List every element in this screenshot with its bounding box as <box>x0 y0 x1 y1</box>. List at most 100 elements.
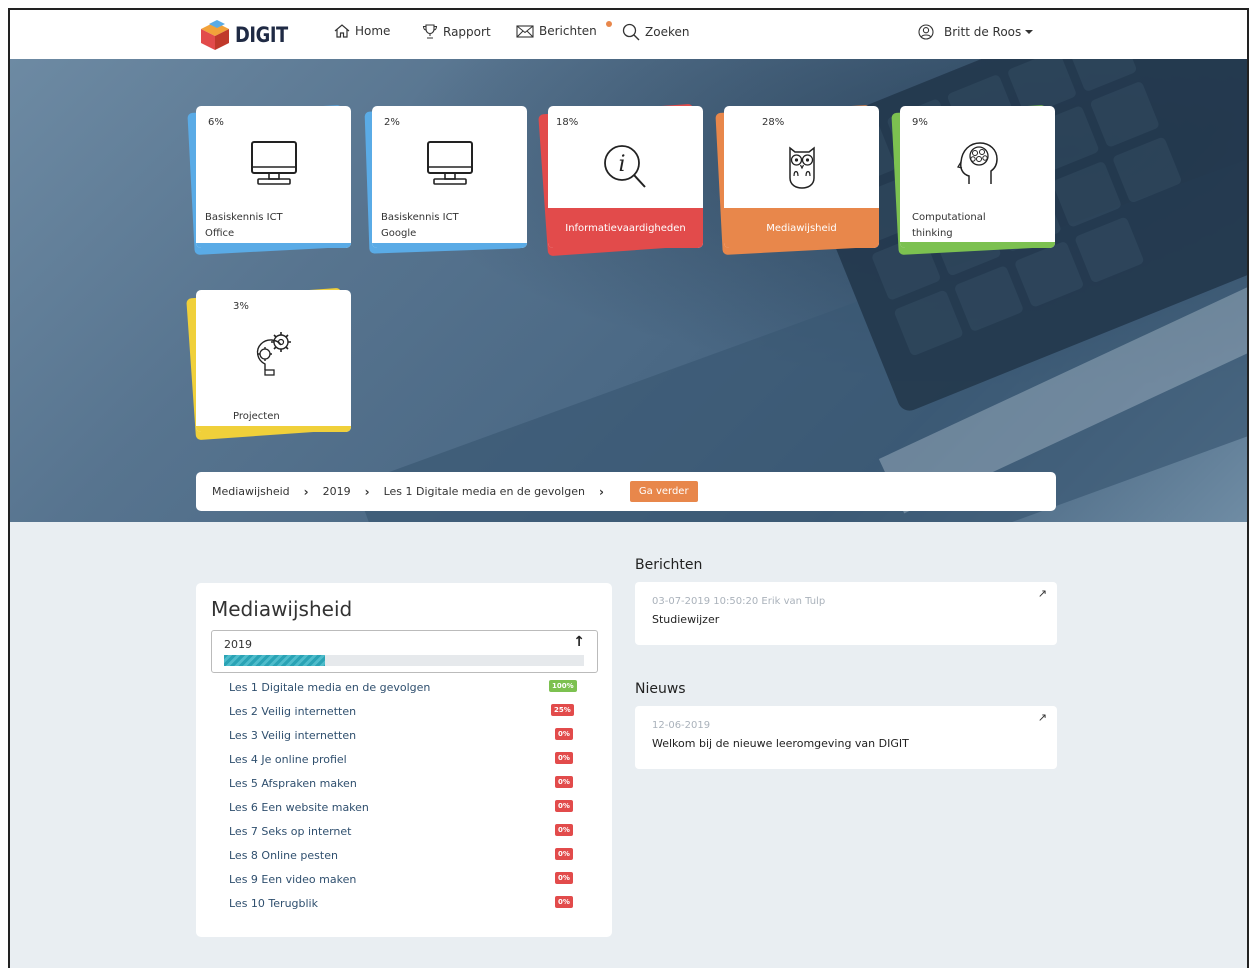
news-heading: Nieuws <box>635 681 686 697</box>
trophy-icon <box>422 24 438 39</box>
card-percentage: 3% <box>233 301 249 312</box>
message-title: Studiewijzer <box>652 613 720 626</box>
nav-search-label: Zoeken <box>645 25 690 39</box>
lesson-title: Les 6 Een website maken <box>229 801 369 814</box>
lesson-item[interactable]: Les 3 Veilig internetten 0% <box>229 727 589 751</box>
module-card-mediawijsheid[interactable]: 28% Mediawijsheid <box>715 105 879 255</box>
continue-button[interactable]: Ga verder <box>629 481 698 502</box>
lesson-title: Les 1 Digitale media en de gevolgen <box>229 681 431 694</box>
card-percentage: 2% <box>384 117 400 128</box>
card-percentage: 6% <box>208 117 224 128</box>
nav-home[interactable]: Home <box>334 24 390 38</box>
message-card[interactable]: 03-07-2019 10:50:20 Erik van Tulp Studie… <box>635 582 1057 645</box>
breadcrumb-item-lesson[interactable]: Les 1 Digitale media en de gevolgen <box>384 485 585 498</box>
lesson-item[interactable]: Les 4 Je online profiel 0% <box>229 751 589 775</box>
lesson-progress-badge: 0% <box>555 824 573 836</box>
user-avatar-icon <box>918 24 934 40</box>
lesson-progress-badge: 0% <box>555 872 573 884</box>
nav-report[interactable]: Rapport <box>422 24 491 39</box>
lesson-item[interactable]: Les 9 Een video maken 0% <box>229 871 589 895</box>
card-progress-band <box>372 243 527 248</box>
lesson-title: Les 5 Afspraken maken <box>229 777 357 790</box>
card-label: Basiskennis ICT Google <box>381 212 459 239</box>
app-frame: DIGIT Home Rapport Berichten Zoeken Brit… <box>8 8 1249 968</box>
lesson-title: Les 10 Terugblik <box>229 897 318 910</box>
svg-text:i: i <box>618 152 625 177</box>
lesson-item[interactable]: Les 7 Seks op internet 0% <box>229 823 589 847</box>
news-card[interactable]: 12-06-2019 Welkom bij de nieuwe leeromge… <box>635 706 1057 769</box>
arrow-up-icon[interactable]: ↑ <box>573 634 585 650</box>
info-search-icon: i <box>603 145 646 188</box>
nav-search[interactable]: Zoeken <box>622 23 689 41</box>
lesson-title: Les 3 Veilig internetten <box>229 729 357 742</box>
year-accordion[interactable]: 2019 ↑ <box>211 630 598 673</box>
unread-indicator <box>606 21 612 27</box>
lesson-progress-badge: 0% <box>555 752 573 764</box>
lesson-title: Les 9 Een video maken <box>229 873 357 886</box>
lesson-progress-badge: 0% <box>555 728 573 740</box>
card-label: Projecten <box>233 411 280 422</box>
panel-title: Mediawijsheid <box>211 597 353 621</box>
card-label: Mediawijsheid <box>766 222 837 234</box>
lesson-item[interactable]: Les 2 Veilig internetten 25% <box>229 703 589 727</box>
module-panel: Mediawijsheid 2019 ↑ Les 1 Digitale medi… <box>196 583 612 937</box>
nav-home-label: Home <box>355 24 391 38</box>
gear-bulb-icon <box>256 332 291 376</box>
nav-messages-label: Berichten <box>539 24 597 38</box>
lesson-title: Les 8 Online pesten <box>229 849 338 862</box>
lesson-progress-badge: 25% <box>551 704 574 716</box>
chevron-down-icon <box>1025 30 1034 34</box>
module-card-google[interactable]: 2% Basiskennis ICT Google <box>364 106 527 254</box>
lesson-title: Les 4 Je online profiel <box>229 753 347 766</box>
module-card-computational-thinking[interactable]: 9% Computational thinking <box>891 105 1055 255</box>
news-title: Welkom bij de nieuwe leeromgeving van DI… <box>652 737 909 750</box>
lesson-list: Les 1 Digitale media en de gevolgen 100% L… <box>229 679 589 919</box>
nav-messages[interactable]: Berichten <box>516 24 597 38</box>
year-label: 2019 <box>224 638 252 651</box>
brain-icon <box>956 142 998 184</box>
news-date: 12-06-2019 <box>652 720 711 731</box>
card-progress-band <box>900 242 1055 248</box>
top-nav: DIGIT Home Rapport Berichten Zoeken Brit… <box>10 10 1247 59</box>
lesson-progress-badge: 100% <box>549 680 577 692</box>
card-label: Computational thinking <box>912 212 986 239</box>
message-meta: 03-07-2019 10:50:20 Erik van Tulp <box>652 596 826 607</box>
digit-cube-logo-icon <box>201 20 229 50</box>
lesson-item[interactable]: Les 8 Online pesten 0% <box>229 847 589 871</box>
chevron-right-icon: › <box>598 484 604 499</box>
user-menu[interactable]: Britt de Roos <box>918 24 1034 40</box>
chevron-right-icon: › <box>303 484 309 499</box>
lesson-title: Les 7 Seks op internet <box>229 825 352 838</box>
open-external-icon[interactable]: ↗ <box>1038 587 1047 600</box>
lesson-item[interactable]: Les 1 Digitale media en de gevolgen 100% <box>229 679 589 703</box>
nav-report-label: Rapport <box>443 24 491 39</box>
lesson-progress-badge: 0% <box>555 776 573 788</box>
card-progress-band <box>196 426 351 432</box>
open-external-icon[interactable]: ↗ <box>1038 711 1047 724</box>
owl-icon <box>788 146 815 189</box>
module-card-projecten[interactable]: 3% Projecten <box>186 287 351 441</box>
envelope-icon <box>516 24 534 38</box>
lesson-item[interactable]: Les 10 Terugblik 0% <box>229 895 589 919</box>
breadcrumb: Mediawijsheid › 2019 › Les 1 Digitale me… <box>196 472 1056 511</box>
breadcrumb-item-module[interactable]: Mediawijsheid <box>212 485 290 498</box>
card-percentage: 18% <box>556 117 579 128</box>
module-card-office[interactable]: 6% Basiskennis ICT Office <box>187 105 351 255</box>
lesson-title: Les 2 Veilig internetten <box>229 705 357 718</box>
card-label: Informatievaardigheden <box>565 222 686 234</box>
chevron-right-icon: › <box>364 484 370 499</box>
lesson-progress-badge: 0% <box>555 800 573 812</box>
card-progress-band <box>196 243 351 248</box>
lesson-item[interactable]: Les 5 Afspraken maken 0% <box>229 775 589 799</box>
home-icon <box>334 24 350 38</box>
year-progress-bar <box>224 655 584 666</box>
breadcrumb-item-year[interactable]: 2019 <box>323 485 351 498</box>
card-percentage: 9% <box>912 117 928 128</box>
lesson-item[interactable]: Les 6 Een website maken 0% <box>229 799 589 823</box>
logo[interactable]: DIGIT <box>198 19 297 51</box>
monitor-icon <box>250 141 297 185</box>
lesson-progress-badge: 0% <box>555 848 573 860</box>
module-card-informatievaardigheden[interactable]: 18% i Informatievaardigheden <box>538 103 703 257</box>
lesson-progress-badge: 0% <box>555 896 573 908</box>
card-progress-band: Informatievaardigheden <box>548 208 703 248</box>
